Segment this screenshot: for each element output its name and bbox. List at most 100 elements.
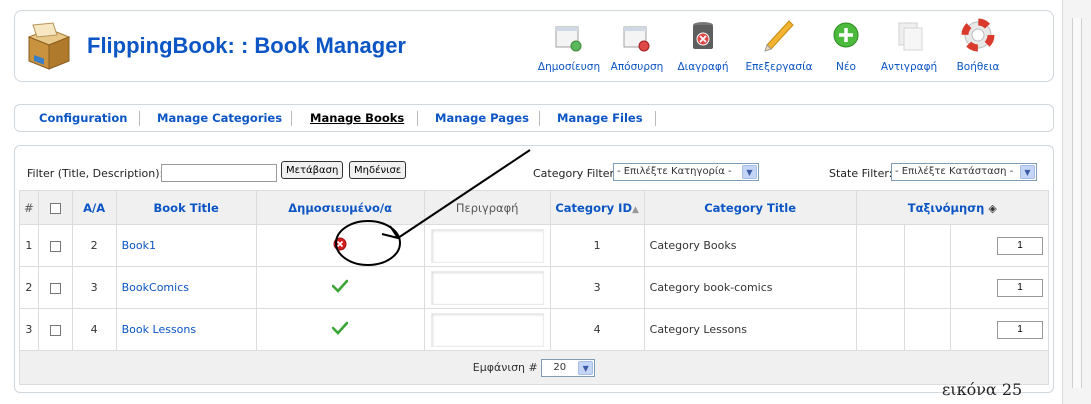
row-published-cell xyxy=(255,224,425,267)
category-filter-label: Category Filter: xyxy=(533,167,618,180)
display-limit-label: Εμφάνιση # xyxy=(472,360,538,374)
order-input[interactable] xyxy=(997,236,1043,255)
submenu-bar: Configuration Manage Categories Manage B… xyxy=(14,104,1054,132)
book-title-link[interactable]: Book Lessons xyxy=(122,323,196,336)
tab-separator xyxy=(655,111,656,126)
row-title-cell: BookComics xyxy=(115,266,257,309)
tab-manage-categories[interactable]: Manage Categories xyxy=(157,111,282,125)
books-table: # A/A Book Title Δημοσιευμένο/α Περιγραφ… xyxy=(19,190,1050,385)
row-title-cell: Book1 xyxy=(115,224,257,267)
tab-separator xyxy=(291,111,292,126)
row-num: 1 xyxy=(19,224,39,267)
tab-separator xyxy=(139,111,140,126)
col-ordering[interactable]: Ταξινόμηση ◈ xyxy=(855,190,1050,225)
row-aa: 2 xyxy=(71,224,117,267)
unpublish-icon xyxy=(623,26,650,52)
row-category-title: Category book-comics xyxy=(643,266,857,309)
chevron-down-icon: ▼ xyxy=(1020,165,1035,179)
row-category-id: 1 xyxy=(549,224,645,267)
row-description xyxy=(423,224,551,267)
col-category-id[interactable]: Category ID▲ xyxy=(549,190,645,225)
row-aa: 4 xyxy=(71,308,117,351)
order-input[interactable] xyxy=(997,278,1043,297)
published-check-icon[interactable] xyxy=(331,321,349,335)
copy-button[interactable]: Αντιγραφή xyxy=(873,17,945,79)
filter-label: Filter (Title, Description): xyxy=(27,167,164,180)
row-num: 3 xyxy=(19,308,39,351)
copy-icon xyxy=(898,22,923,51)
table-row: 2 3 BookComics 3 Category book-comics xyxy=(19,266,1050,309)
row-checkbox[interactable] xyxy=(49,324,61,336)
book-title-link[interactable]: Book1 xyxy=(122,239,156,252)
new-button[interactable]: Νέο xyxy=(821,17,871,79)
tab-separator xyxy=(417,111,418,126)
help-lifebuoy-icon xyxy=(961,18,995,52)
reset-button[interactable]: Μηδένισε xyxy=(349,161,407,179)
display-limit-select[interactable]: 20 ▼ xyxy=(541,358,596,377)
publish-button[interactable]: Δημοσίευση xyxy=(535,17,603,79)
row-order-cell xyxy=(949,224,1050,267)
tab-manage-books[interactable]: Manage Books xyxy=(310,111,404,125)
row-category-id: 4 xyxy=(549,308,645,351)
row-published-cell xyxy=(255,308,425,351)
chevron-down-icon: ▼ xyxy=(578,360,594,375)
table-footer-row: Εμφάνιση # 20 ▼ xyxy=(19,350,1049,385)
row-category-id: 3 xyxy=(549,266,645,309)
select-all-checkbox[interactable] xyxy=(49,202,61,214)
row-title-cell: Book Lessons xyxy=(115,308,257,351)
state-filter-label: State Filter: xyxy=(829,167,893,180)
pagination-footer: Εμφάνιση # 20 ▼ xyxy=(19,350,1049,385)
filter-bar: Filter (Title, Description): Μετάβαση Μη… xyxy=(15,146,1053,186)
col-description: Περιγραφή xyxy=(423,190,551,225)
sort-asc-icon: ▲ xyxy=(632,204,639,215)
row-select-cell[interactable] xyxy=(37,266,73,309)
col-published[interactable]: Δημοσιευμένο/α xyxy=(255,190,425,225)
tab-manage-files[interactable]: Manage Files xyxy=(557,111,643,125)
table-header-row: # A/A Book Title Δημοσιευμένο/α Περιγραφ… xyxy=(19,190,1050,225)
row-checkbox[interactable] xyxy=(49,240,61,252)
row-select-cell[interactable] xyxy=(37,308,73,351)
delete-button[interactable]: Διαγραφή xyxy=(671,17,735,79)
order-input[interactable] xyxy=(997,320,1043,339)
edit-button[interactable]: Επεξεργασία xyxy=(737,17,821,79)
row-published-cell xyxy=(255,266,425,309)
page-scrollbar[interactable] xyxy=(1062,0,1091,404)
row-num: 2 xyxy=(19,266,39,309)
header-panel: FlippingBook: : Book Manager Δημοσίευση … xyxy=(14,10,1054,82)
unpublished-x-icon[interactable] xyxy=(333,237,347,251)
filter-input[interactable] xyxy=(161,164,277,182)
book-title-link[interactable]: BookComics xyxy=(122,281,189,294)
published-check-icon[interactable] xyxy=(331,279,349,293)
figure-caption: εικόνα 25 xyxy=(942,380,1023,399)
books-panel: Filter (Title, Description): Μετάβαση Μη… xyxy=(14,145,1054,393)
row-select-cell[interactable] xyxy=(37,224,73,267)
row-order-cell xyxy=(949,308,1050,351)
row-category-title: Category Books xyxy=(643,224,857,267)
row-aa: 3 xyxy=(71,266,117,309)
col-aa[interactable]: A/A xyxy=(71,190,117,225)
state-filter-select[interactable]: - Επιλέξτε Κατάσταση - ▼ xyxy=(891,163,1037,181)
trash-icon xyxy=(693,22,713,49)
row-category-title: Category Lessons xyxy=(643,308,857,351)
tab-configuration[interactable]: Configuration xyxy=(39,111,127,125)
row-checkbox[interactable] xyxy=(49,282,61,294)
col-select-all[interactable] xyxy=(37,190,73,225)
col-book-title[interactable]: Book Title xyxy=(115,190,257,225)
go-button[interactable]: Μετάβαση xyxy=(281,161,344,179)
row-description xyxy=(423,266,551,309)
scrollbar-thumb[interactable] xyxy=(1072,18,1082,388)
unpublish-button[interactable]: Απόσυρση xyxy=(605,17,669,79)
tab-separator xyxy=(539,111,540,126)
save-order-icon[interactable]: ◈ xyxy=(988,202,996,215)
col-num: # xyxy=(19,190,39,225)
row-description xyxy=(423,308,551,351)
category-filter-select[interactable]: - Επιλέξτε Κατηγορία - ▼ xyxy=(613,163,759,181)
edit-pencil-icon xyxy=(764,20,794,52)
row-order-cell xyxy=(949,266,1050,309)
table-row: 1 2 Book1 1 Category Books xyxy=(19,224,1050,267)
col-category-title[interactable]: Category Title xyxy=(643,190,857,225)
book-box-logo-icon xyxy=(23,21,75,73)
tab-manage-pages[interactable]: Manage Pages xyxy=(435,111,529,125)
help-button[interactable]: Βοήθεια xyxy=(945,17,1011,79)
publish-icon xyxy=(555,26,582,52)
